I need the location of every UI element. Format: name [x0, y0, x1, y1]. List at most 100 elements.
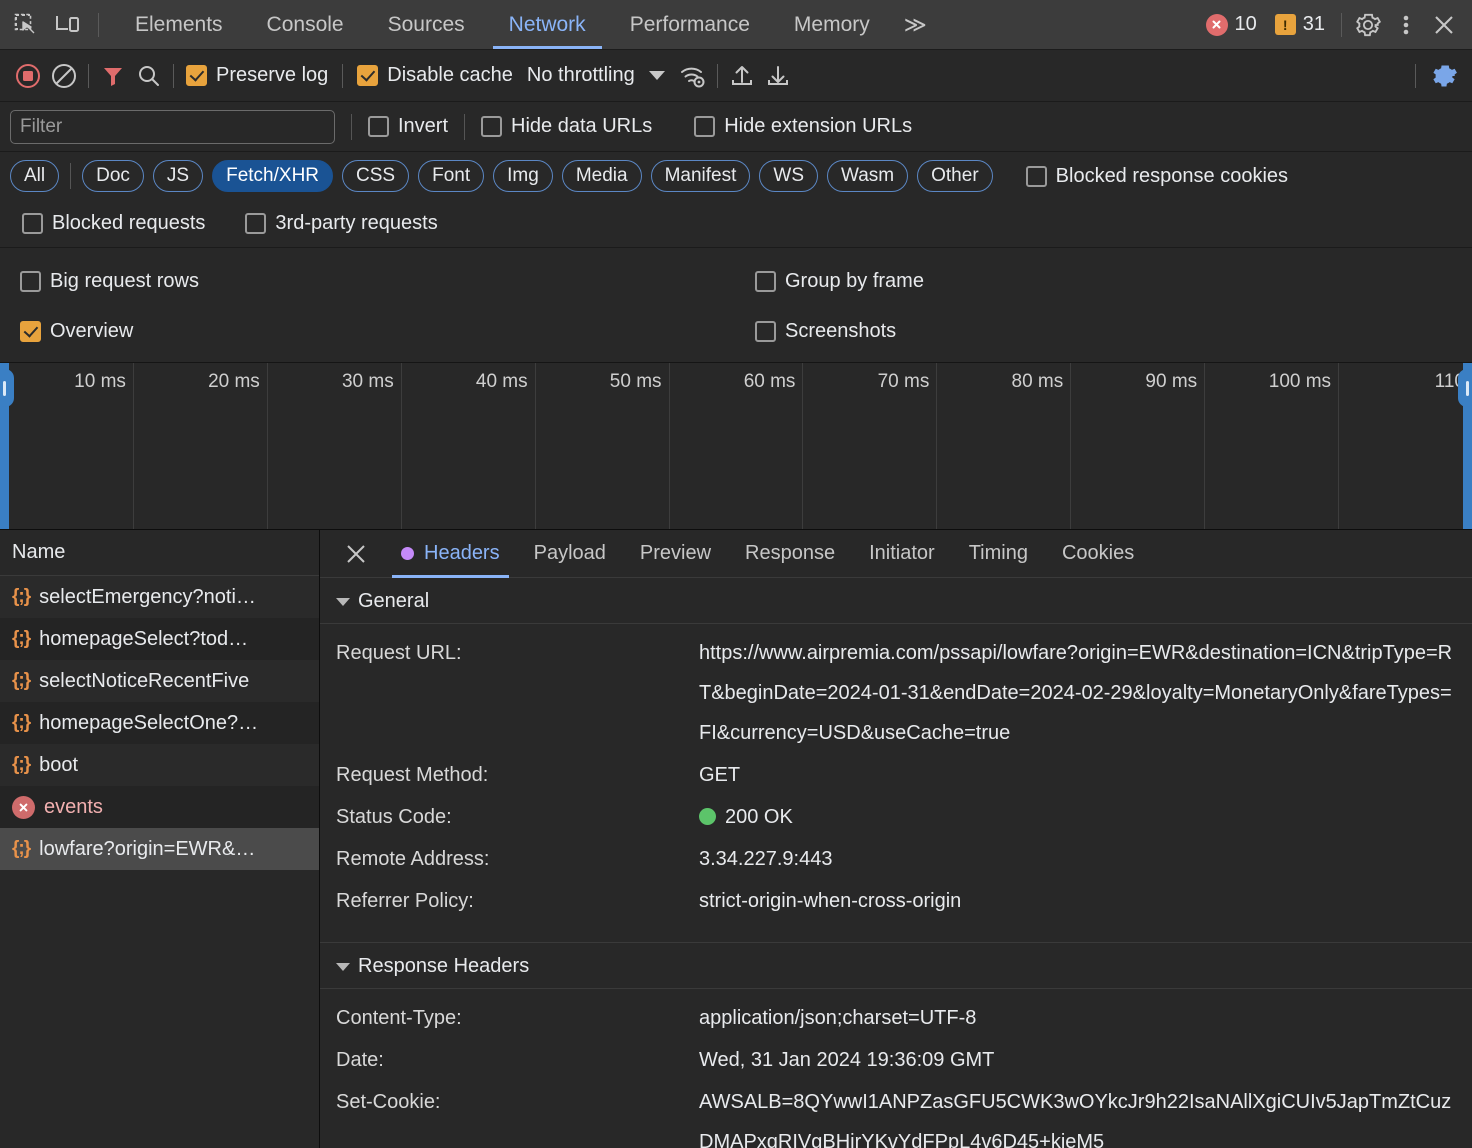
checkbox-box	[755, 320, 776, 342]
network-overview-timeline[interactable]: 10 ms 20 ms 30 ms 40 ms 50 ms 60 ms 70 m…	[0, 363, 1472, 530]
hide-extension-urls-label: Hide extension URLs	[724, 115, 913, 137]
request-url-value[interactable]: https://www.airpremia.com/pssapi/lowfare…	[699, 633, 1456, 753]
table-row[interactable]: {;} homepageSelect?tod…	[0, 618, 319, 660]
preserve-log-checkbox[interactable]: Preserve log	[186, 64, 328, 87]
grip-icon	[1458, 369, 1472, 407]
import-har-icon[interactable]	[724, 58, 760, 94]
chip-js[interactable]: JS	[152, 160, 204, 192]
export-har-icon[interactable]	[760, 58, 796, 94]
tab-elements[interactable]: Elements	[113, 0, 245, 49]
tabstrip-right-icons: 10 ! 31	[1198, 7, 1472, 43]
referrer-policy-value: strict-origin-when-cross-origin	[699, 890, 962, 912]
row-set-cookie: Set-Cookie: AWSALB=8QYwwI1ANPZasGFU5CWK3…	[320, 1081, 1472, 1148]
tab-network[interactable]: Network	[487, 0, 608, 49]
overview-checkbox[interactable]: Overview	[20, 320, 755, 343]
gear-icon[interactable]	[1350, 7, 1386, 43]
devtools-tabstrip: Elements Console Sources Network Perform…	[0, 0, 1472, 50]
table-row[interactable]: {;} boot	[0, 744, 319, 786]
wifi-gear-icon[interactable]	[675, 58, 711, 94]
tab-console[interactable]: Console	[245, 0, 366, 49]
big-request-rows-checkbox[interactable]: Big request rows	[20, 270, 755, 293]
blocked-requests-label: Blocked requests	[52, 212, 206, 234]
chip-ws[interactable]: WS	[759, 160, 818, 192]
error-counter[interactable]: 10	[1198, 13, 1265, 36]
chip-all[interactable]: All	[10, 160, 60, 192]
table-row[interactable]: {;} selectEmergency?noti…	[0, 576, 319, 618]
general-section-header[interactable]: General	[320, 578, 1472, 624]
blocked-requests-checkbox[interactable]: Blocked requests	[22, 212, 205, 235]
tabstrip-left-icons	[0, 7, 113, 43]
tab-initiator[interactable]: Initiator	[852, 530, 952, 578]
invert-checkbox[interactable]: Invert	[368, 115, 448, 138]
filter-input[interactable]	[10, 109, 335, 144]
tab-cookies[interactable]: Cookies	[1045, 530, 1151, 578]
clear-icon[interactable]	[46, 58, 82, 94]
record-stop-icon[interactable]	[10, 58, 46, 94]
remote-address-value: 3.34.227.9:443	[699, 848, 833, 870]
network-settings-gear-icon[interactable]	[1426, 58, 1462, 94]
response-headers-section-header[interactable]: Response Headers	[320, 942, 1472, 989]
device-toolbar-icon[interactable]	[50, 7, 86, 43]
close-icon[interactable]	[336, 534, 376, 574]
chip-css[interactable]: CSS	[342, 160, 410, 192]
overview-cell: 10 ms	[0, 363, 134, 529]
timeline-tick: 20 ms	[208, 371, 260, 392]
timeline-tick: 70 ms	[877, 371, 930, 392]
tab-headers[interactable]: Headers	[384, 530, 517, 578]
blocked-response-cookies-checkbox[interactable]: Blocked response cookies	[1025, 165, 1288, 188]
funnel-icon[interactable]	[95, 58, 131, 94]
request-name: homepageSelectOne?…	[39, 711, 259, 734]
network-settings-pane: Big request rows Group by frame Overview…	[0, 248, 1472, 363]
warning-count: 31	[1302, 13, 1325, 35]
tab-sources[interactable]: Sources	[366, 0, 487, 49]
table-row[interactable]: events	[0, 786, 319, 828]
overview-selection-handle-right[interactable]	[1458, 363, 1472, 529]
throttling-dropdown[interactable]: No throttling	[527, 64, 665, 87]
disable-cache-checkbox[interactable]: Disable cache	[357, 64, 513, 87]
tab-memory[interactable]: Memory	[772, 0, 892, 49]
chip-fetch-xhr[interactable]: Fetch/XHR	[212, 160, 334, 192]
headers-status-dot-icon	[401, 547, 414, 560]
chip-wasm[interactable]: Wasm	[827, 160, 909, 192]
tab-response[interactable]: Response	[728, 530, 852, 578]
column-header-name[interactable]: Name	[0, 530, 319, 576]
table-row[interactable]: {;} selectNoticeRecentFive	[0, 660, 319, 702]
kebab-menu-icon[interactable]	[1388, 7, 1424, 43]
table-row[interactable]: {;} homepageSelectOne?…	[0, 702, 319, 744]
set-cookie-label: Set-Cookie:	[336, 1091, 441, 1113]
filter-bar: Invert Hide data URLs Hide extension URL…	[0, 102, 1472, 152]
chip-img[interactable]: Img	[493, 160, 553, 192]
inspect-element-icon[interactable]	[8, 7, 44, 43]
close-icon[interactable]	[1426, 7, 1462, 43]
tab-payload[interactable]: Payload	[517, 530, 623, 578]
checkbox-box	[357, 65, 379, 86]
overview-cell: 100 ms	[1205, 363, 1340, 529]
tab-preview[interactable]: Preview	[623, 530, 728, 578]
hide-data-urls-label: Hide data URLs	[511, 115, 653, 137]
invert-label: Invert	[398, 115, 449, 137]
tab-timing[interactable]: Timing	[952, 530, 1045, 578]
third-party-requests-checkbox[interactable]: 3rd-party requests	[245, 212, 438, 235]
screenshots-checkbox[interactable]: Screenshots	[755, 320, 896, 343]
search-icon[interactable]	[131, 58, 167, 94]
chip-doc[interactable]: Doc	[82, 160, 144, 192]
timeline-tick: 90 ms	[1145, 371, 1198, 392]
table-row[interactable]: {;} lowfare?origin=EWR&…	[0, 828, 319, 870]
json-icon: {;}	[12, 628, 31, 649]
overview-cell: 50 ms	[536, 363, 670, 529]
throttling-value: No throttling	[526, 64, 635, 86]
warning-counter[interactable]: ! 31	[1267, 13, 1333, 36]
chip-manifest[interactable]: Manifest	[650, 160, 751, 192]
overview-selection-handle-left[interactable]	[0, 363, 14, 529]
chip-media[interactable]: Media	[561, 160, 642, 192]
hide-extension-urls-checkbox[interactable]: Hide extension URLs	[694, 115, 912, 138]
row-date: Date: Wed, 31 Jan 2024 19:36:09 GMT	[320, 1039, 1472, 1081]
hide-data-urls-checkbox[interactable]: Hide data URLs	[481, 115, 652, 138]
group-by-frame-checkbox[interactable]: Group by frame	[755, 270, 924, 293]
chevron-down-icon	[648, 71, 665, 80]
chip-font[interactable]: Font	[418, 160, 485, 192]
more-tabs-button[interactable]: ≫	[892, 12, 936, 38]
request-list-panel: Name {;} selectEmergency?noti… {;} homep…	[0, 530, 320, 1148]
chip-other[interactable]: Other	[917, 160, 993, 192]
tab-performance[interactable]: Performance	[608, 0, 772, 49]
